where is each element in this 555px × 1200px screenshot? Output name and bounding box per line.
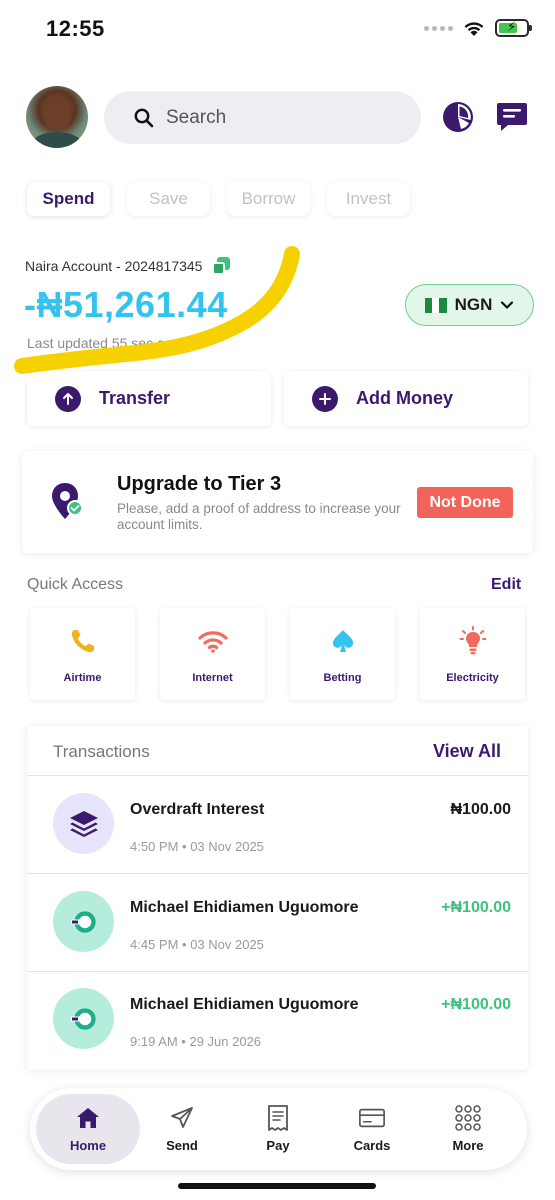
upgrade-description: Please, add a proof of address to increa… [117,501,401,532]
tab-save[interactable]: Save [127,182,210,216]
status-badge[interactable]: Not Done [417,487,513,518]
transaction-row[interactable]: Overdraft Interest 4:50 PM • 03 Nov 2025… [27,777,528,874]
quick-access-electricity[interactable]: Electricity [420,608,525,700]
status-indicators: ⚡ [424,19,532,37]
search-placeholder: Search [166,106,227,128]
wifi-icon [197,631,228,653]
battery-icon: ⚡ [495,19,532,37]
search-icon [134,108,154,127]
nav-send[interactable]: Send [136,1094,228,1164]
currency-selector[interactable]: NGN [405,284,534,326]
nav-more[interactable]: More [422,1094,514,1164]
quick-access-betting[interactable]: Betting [290,608,395,700]
transaction-amount: +₦100.00 [441,899,511,916]
send-icon [171,1107,193,1128]
transaction-name: Overdraft Interest [130,801,265,818]
nav-label: Cards [353,1138,391,1153]
add-money-button[interactable]: Add Money [284,371,528,426]
wifi-status-icon [464,21,484,36]
transactions-card: Transactions View All Overdraft Interest… [27,726,528,1070]
currency-code: NGN [454,295,493,314]
tab-borrow[interactable]: Borrow [227,182,310,216]
transaction-time: 9:19 AM • 29 Jun 2026 [130,1034,262,1049]
cellular-signal-icon [424,25,453,31]
transaction-amount: +₦100.00 [441,996,511,1013]
quick-access-label: Betting [323,672,362,684]
quick-access-label: Internet [192,672,233,684]
arrow-up-icon [55,385,81,412]
account-label: Naira Account - 2024817345 [25,257,231,275]
nav-pay[interactable]: Pay [232,1094,324,1164]
quick-access-label: Electricity [446,672,499,684]
transaction-time: 4:50 PM • 03 Nov 2025 [130,839,264,854]
nigeria-flag-icon [424,297,447,313]
nav-label: More [452,1138,484,1153]
grid-dots-icon [455,1105,481,1131]
pie-chart-icon[interactable] [441,100,475,134]
quick-access-label: Airtime [63,672,102,684]
account-balance: -₦51,261.44 [24,284,228,325]
transaction-row[interactable]: Michael Ehidiamen Uguomore 4:45 PM • 03 … [27,875,528,972]
card-icon [359,1108,385,1128]
quick-access-airtime[interactable]: Airtime [30,608,135,700]
message-icon[interactable] [495,100,529,134]
transactions-title: Transactions [53,742,150,761]
last-updated: Last updated 55 sec ago. [27,335,185,351]
transaction-amount: ₦100.00 [450,801,512,818]
transaction-time: 4:45 PM • 03 Nov 2025 [130,937,264,952]
location-pin-icon [52,483,83,519]
transaction-name: Michael Ehidiamen Uguomore [130,996,359,1013]
quick-access-title: Quick Access [27,576,124,593]
nav-label: Pay [266,1138,290,1153]
quick-access-edit-button[interactable]: Edit [491,576,521,594]
transaction-name: Michael Ehidiamen Uguomore [130,899,359,916]
status-time: 12:55 [46,16,105,41]
phone-icon [71,630,94,653]
nav-label: Home [69,1138,107,1153]
transfer-button[interactable]: Transfer [27,371,271,426]
nav-home[interactable]: Home [36,1094,140,1164]
upgrade-tier-card[interactable]: Upgrade to Tier 3 Please, add a proof of… [22,451,533,553]
avatar[interactable] [26,86,88,148]
spade-icon [332,630,353,652]
tab-invest[interactable]: Invest [327,182,410,216]
transfer-in-icon [53,891,114,952]
home-icon [77,1108,99,1128]
receipt-icon [268,1105,288,1131]
home-indicator[interactable] [178,1183,376,1189]
chevron-down-icon [501,301,514,309]
search-input[interactable]: Search [104,91,421,144]
status-bar: 12:55 ⚡ [0,0,555,62]
bottom-navigation: Home Send Pay Cards More [30,1088,527,1170]
quick-access-internet[interactable]: Internet [160,608,265,700]
transfer-label: Transfer [99,388,171,408]
transaction-row[interactable]: Michael Ehidiamen Uguomore 9:19 AM • 29 … [27,972,528,1069]
nav-cards[interactable]: Cards [326,1094,418,1164]
plus-icon [312,385,338,412]
view-all-link[interactable]: View All [433,741,501,762]
nav-label: Send [166,1138,198,1153]
account-tabs: Spend Save Borrow Invest [27,182,410,216]
bulb-icon [459,626,486,655]
transfer-in-icon [53,988,114,1049]
transactions-header: Transactions View All [27,726,528,776]
tab-spend[interactable]: Spend [27,182,110,216]
add-money-label: Add Money [356,388,453,408]
upgrade-title: Upgrade to Tier 3 [117,473,282,495]
account-number-text: Naira Account - 2024817345 [25,258,203,274]
copy-icon[interactable] [212,257,231,275]
layers-icon [53,793,114,854]
